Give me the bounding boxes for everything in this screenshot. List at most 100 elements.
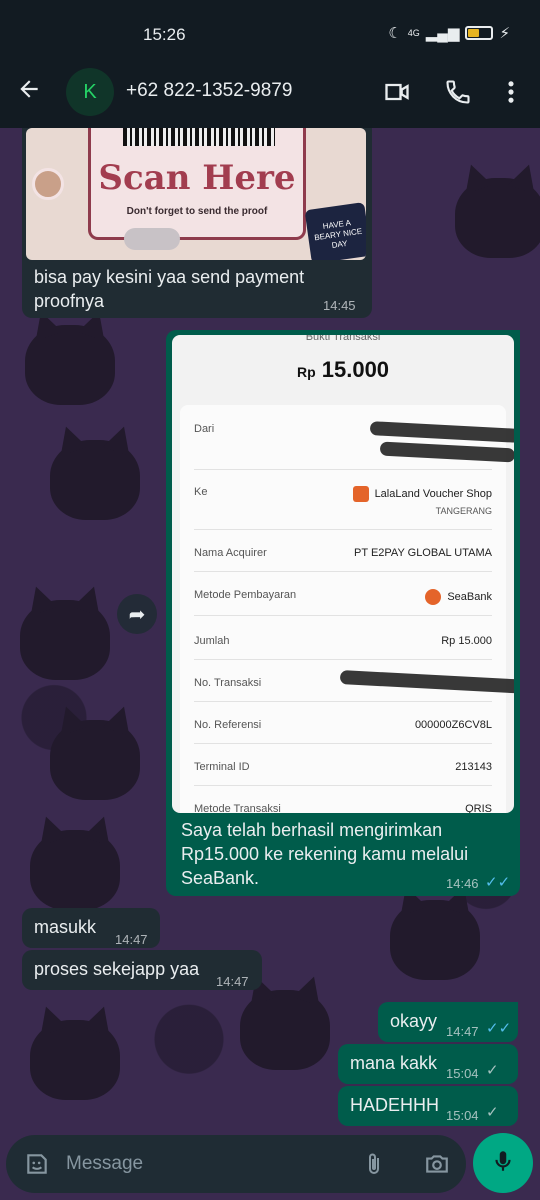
receipt-label: Metode Transaksi [194,803,281,813]
receipt-merchant: LalaLand Voucher Shop [374,487,492,500]
receipt-label: Dari [194,423,215,435]
payment-receipt-image[interactable]: Bukti Transaksi Rp 15.000 Dari Ke LalaLan… [172,335,514,813]
redaction-scribble [339,670,514,694]
receipt-row: Ke LalaLand Voucher Shop [194,486,492,502]
single-check-icon: ✓ [486,1104,499,1121]
cat-wallpaper-decoration [50,720,140,800]
divider [194,701,492,702]
receipt-label: Terminal ID [194,761,250,773]
message-text: bisa pay kesini yaa send payment proofny… [34,267,305,311]
divider [194,785,492,786]
receipt-value: LalaLand Voucher Shop [352,486,492,502]
receipt-details: Dari Ke LalaLand Voucher Shop TANGERANG N… [180,405,514,813]
receipt-value: 000000Z6CV8L [414,719,492,731]
seabank-icon [425,589,442,605]
cloud-decoration [124,228,180,250]
qr-code [123,128,275,146]
video-call-icon[interactable] [383,78,411,111]
message-input-bar: Message [6,1135,466,1193]
receipt-label: No. Transaksi [194,677,262,689]
message-time: 14:47 [115,932,148,947]
message-time: 14:46 [446,876,479,891]
receipt-row: Metode Transaksi QRIS [194,803,492,813]
back-arrow-icon[interactable] [16,76,42,108]
avatar[interactable]: K [66,68,114,116]
receipt-value: SeaBank [425,589,492,605]
message-text: mana kakk [350,1053,438,1073]
receipt-label: No. Referensi [194,719,262,731]
receipt-row: Metode Pembayaran SeaBank [194,589,492,605]
message-bubble-outgoing[interactable]: okayy 14:47 ✓✓ [378,1002,518,1042]
paperclip-icon[interactable] [362,1151,386,1183]
scan-card: Scan Here Don't forget to send the proof [88,128,306,240]
message-text: HADEHHH [350,1095,440,1115]
cat-wallpaper-decoration [30,1020,120,1100]
receipt-row: Jumlah Rp 15.000 [194,635,492,647]
forward-icon[interactable]: ➦ [117,594,157,634]
receipt-row: Nama Acquirer PT E2PAY GLOBAL UTAMA [194,547,492,559]
receipt-value: QRIS [465,803,492,813]
message-bubble-outgoing[interactable]: mana kakk 15:04 ✓ [338,1044,518,1084]
divider [194,571,492,572]
divider [194,529,492,530]
cat-wallpaper-decoration [25,325,115,405]
single-check-icon: ✓ [486,1062,499,1079]
receipt-currency: Rp [296,364,316,380]
divider [194,743,492,744]
redaction-scribble [369,421,514,443]
swirl-decoration [32,168,64,200]
message-text: proses sekejapp yaa [34,959,200,979]
charging-icon: ⚡ [499,25,510,42]
scan-subtitle: Don't forget to send the proof [126,206,268,217]
receipt-header: Bukti Transaksi [305,335,381,343]
cat-wallpaper-decoration [20,600,110,680]
receipt-label: Metode Pembayaran [194,589,297,601]
sticker-icon[interactable] [24,1151,50,1183]
cat-wallpaper-decoration [30,830,120,910]
receipt-label: Jumlah [194,635,230,647]
message-time: 14:45 [323,298,356,313]
divider [194,469,492,470]
receipt-merchant-city: TANGERANG [435,506,492,516]
cat-wallpaper-decoration [240,990,330,1070]
double-check-icon: ✓✓ [486,1020,512,1037]
status-time: 15:26 [143,25,186,44]
camera-icon[interactable] [424,1151,450,1183]
moon-icon: ☾ [388,25,402,42]
divider [194,615,492,616]
qr-payment-image[interactable]: Scan Here Don't forget to send the proof… [26,128,366,260]
microphone-button[interactable] [473,1133,533,1193]
contact-name[interactable]: +62 822-1352-9879 [126,80,292,102]
message-bubble-incoming[interactable]: masukk 14:47 [22,908,160,948]
receipt-row: Terminal ID 213143 [194,761,492,773]
message-time: 14:47 [446,1024,479,1039]
more-vertical-icon[interactable] [504,78,518,111]
message-bubble-incoming[interactable]: proses sekejapp yaa 14:47 [22,950,262,990]
receipt-bank: SeaBank [447,590,492,603]
scan-title: Scan Here [98,158,296,198]
message-input[interactable]: Message [66,1153,143,1175]
message-bubble-outgoing[interactable]: HADEHHH 15:04 ✓ [338,1086,518,1126]
receipt-label: Nama Acquirer [194,547,267,559]
receipt-amount-value: 15.000 [321,357,390,382]
status-icons: ☾ 4G ▂▄▆ ⚡ [388,24,510,42]
phone-icon[interactable] [444,78,472,111]
battery-icon [465,26,494,40]
receipt-amount: Rp 15.000 [172,357,514,383]
message-text: masukk [34,917,97,937]
divider [194,659,492,660]
double-check-icon: ✓✓ [485,874,511,891]
receipt-value: PT E2PAY GLOBAL UTAMA [354,547,492,559]
redaction-scribble [379,441,514,463]
cat-wallpaper-decoration [50,440,140,520]
microphone-icon [490,1148,516,1179]
receipt-label: Ke [194,486,208,498]
message-time: 15:04 [446,1066,479,1081]
message-time: 14:47 [216,974,249,989]
signal-icon: ▂▄▆ [425,25,460,42]
message-time: 15:04 [446,1108,479,1123]
cat-wallpaper-decoration [455,178,540,258]
receipt-value: 213143 [455,761,492,773]
message-text: okayy [390,1011,438,1031]
message-text: Saya telah berhasil mengirimkan Rp15.000… [181,820,469,888]
